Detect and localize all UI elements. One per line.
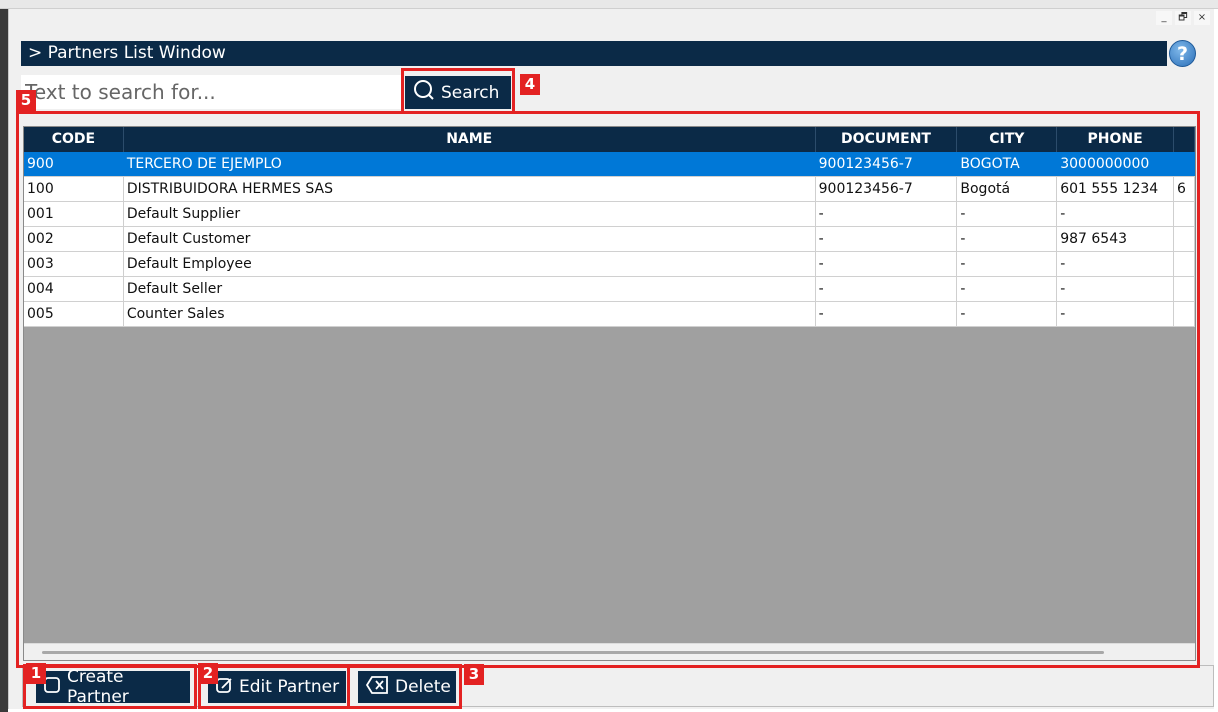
edit-partner-label: Edit Partner [239, 677, 340, 697]
cell-document: - [816, 277, 958, 301]
cell-name: Default Seller [124, 277, 816, 301]
cell-code: 001 [24, 202, 124, 226]
cell-document: 900123456-7 [816, 177, 958, 201]
cell-extra [1174, 277, 1195, 301]
window-title: > Partners List Window [28, 43, 226, 63]
column-header-extra [1174, 127, 1195, 152]
cell-extra [1174, 302, 1195, 326]
cell-city: - [957, 252, 1058, 276]
cell-extra [1174, 152, 1195, 176]
delete-label: Delete [395, 677, 451, 697]
cell-code: 004 [24, 277, 124, 301]
cell-code: 002 [24, 227, 124, 251]
cell-city: - [957, 202, 1058, 226]
cell-document: - [816, 252, 958, 276]
search-button-label: Search [441, 82, 500, 103]
partners-window: _ 🗗 × > Partners List Window ? Search CO… [8, 9, 1214, 709]
outer-top-strip [0, 0, 1218, 9]
cell-phone: - [1057, 252, 1175, 276]
search-button[interactable]: Search [405, 76, 511, 109]
column-header-city[interactable]: CITY [957, 127, 1058, 152]
edit-partner-button[interactable]: Edit Partner [208, 671, 346, 703]
cell-document: - [816, 227, 958, 251]
callout-badge-2: 2 [198, 663, 218, 684]
cell-phone: - [1057, 277, 1175, 301]
cell-document: 900123456-7 [816, 152, 958, 176]
cell-name: DISTRIBUIDORA HERMES SAS [124, 177, 816, 201]
column-header-phone[interactable]: PHONE [1057, 127, 1175, 152]
table-row[interactable]: 001 Default Supplier - - - [24, 202, 1195, 227]
window-content: > Partners List Window ? Search CODE NAM… [16, 37, 1214, 709]
horizontal-scrollbar-thumb[interactable] [42, 651, 1104, 654]
help-icon[interactable]: ? [1169, 40, 1196, 67]
callout-badge-1: 1 [26, 663, 46, 684]
cell-extra [1174, 252, 1195, 276]
delete-button[interactable]: Delete [358, 671, 456, 703]
cell-city: - [957, 302, 1058, 326]
table-row[interactable]: 900 TERCERO DE EJEMPLO 900123456-7 BOGOT… [24, 152, 1195, 177]
cell-extra: 6 [1174, 177, 1195, 201]
cell-phone: 3000000000 [1057, 152, 1175, 176]
callout-badge-5: 5 [16, 90, 36, 111]
close-button[interactable]: × [1194, 11, 1210, 25]
create-partner-label: Create Partner [67, 667, 129, 707]
cell-extra [1174, 202, 1195, 226]
cell-document: - [816, 302, 958, 326]
cell-phone: - [1057, 302, 1175, 326]
cell-code: 003 [24, 252, 124, 276]
table-row[interactable]: 002 Default Customer - - 987 6543 [24, 227, 1195, 252]
cell-city: Bogotá [957, 177, 1058, 201]
grid-header: CODE NAME DOCUMENT CITY PHONE [24, 127, 1195, 152]
create-partner-button[interactable]: Create Partner [36, 667, 190, 707]
cell-name: Default Supplier [124, 202, 816, 226]
cell-code: 900 [24, 152, 124, 176]
delete-icon [365, 675, 389, 700]
callout-badge-3: 3 [464, 664, 484, 685]
cell-name: Default Customer [124, 227, 816, 251]
search-input[interactable] [21, 75, 401, 109]
column-header-name[interactable]: NAME [124, 127, 816, 152]
outer-left-strip [0, 0, 8, 712]
callout-badge-4: 4 [520, 74, 540, 95]
search-icon [413, 79, 435, 106]
column-header-document[interactable]: DOCUMENT [816, 127, 958, 152]
horizontal-scrollbar[interactable] [24, 643, 1195, 660]
cell-phone: - [1057, 202, 1175, 226]
cell-name: Default Employee [124, 252, 816, 276]
cell-phone: 987 6543 [1057, 227, 1175, 251]
cell-phone: 601 555 1234 [1057, 177, 1175, 201]
column-header-code[interactable]: CODE [24, 127, 124, 152]
partners-grid[interactable]: CODE NAME DOCUMENT CITY PHONE 900 TERCER… [23, 126, 1196, 661]
table-row[interactable]: 004 Default Seller - - - [24, 277, 1195, 302]
window-title-bar: > Partners List Window [21, 41, 1167, 66]
window-controls: _ 🗗 × [1156, 11, 1210, 25]
cell-document: - [816, 202, 958, 226]
table-row[interactable]: 003 Default Employee - - - [24, 252, 1195, 277]
cell-name: TERCERO DE EJEMPLO [124, 152, 816, 176]
minimize-button[interactable]: _ [1156, 11, 1172, 25]
cell-city: BOGOTA [957, 152, 1058, 176]
cell-extra [1174, 227, 1195, 251]
cell-code: 100 [24, 177, 124, 201]
cell-city: - [957, 227, 1058, 251]
cell-code: 005 [24, 302, 124, 326]
table-row[interactable]: 005 Counter Sales - - - [24, 302, 1195, 327]
table-row[interactable]: 100 DISTRIBUIDORA HERMES SAS 900123456-7… [24, 177, 1195, 202]
restore-button[interactable]: 🗗 [1175, 11, 1191, 25]
cell-name: Counter Sales [124, 302, 816, 326]
cell-city: - [957, 277, 1058, 301]
